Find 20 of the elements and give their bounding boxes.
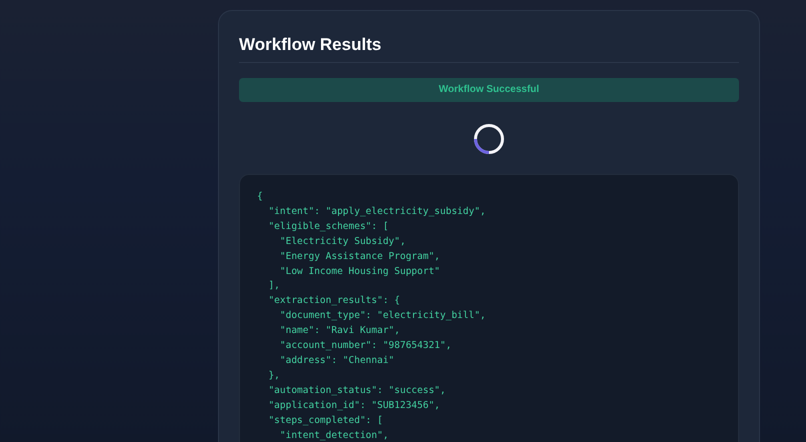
code-line: { [257,190,263,204]
code-line: "account_number": "987654321", [278,339,452,354]
code-line: "document_type": "electricity_bill", [278,309,486,324]
status-banner: Workflow Successful [239,78,739,102]
card-title: Workflow Results [239,34,382,56]
loading-spinner-icon [473,123,505,155]
code-line: "extraction_results": { [267,294,400,308]
code-line: "automation_status": "success", [267,384,446,398]
code-line: "application_id": "SUB123456", [267,398,440,413]
code-line: "address": "Chennai" [278,354,394,368]
code-line: "Energy Assistance Program", [278,250,440,264]
code-line: "intent_detection", [278,428,389,442]
code-line: "name": "Ravi Kumar", [278,324,400,338]
code-line: "intent": "apply_electricity_subsidy", [267,204,486,219]
code-line: "steps_completed": [ [267,414,383,428]
code-line: }, [267,368,280,383]
code-line: "Low Income Housing Support" [278,264,440,279]
code-line: "Electricity Subsidy", [278,234,406,249]
code-line: "eligible_schemes": [ [267,220,389,234]
code-line: ], [267,279,280,294]
